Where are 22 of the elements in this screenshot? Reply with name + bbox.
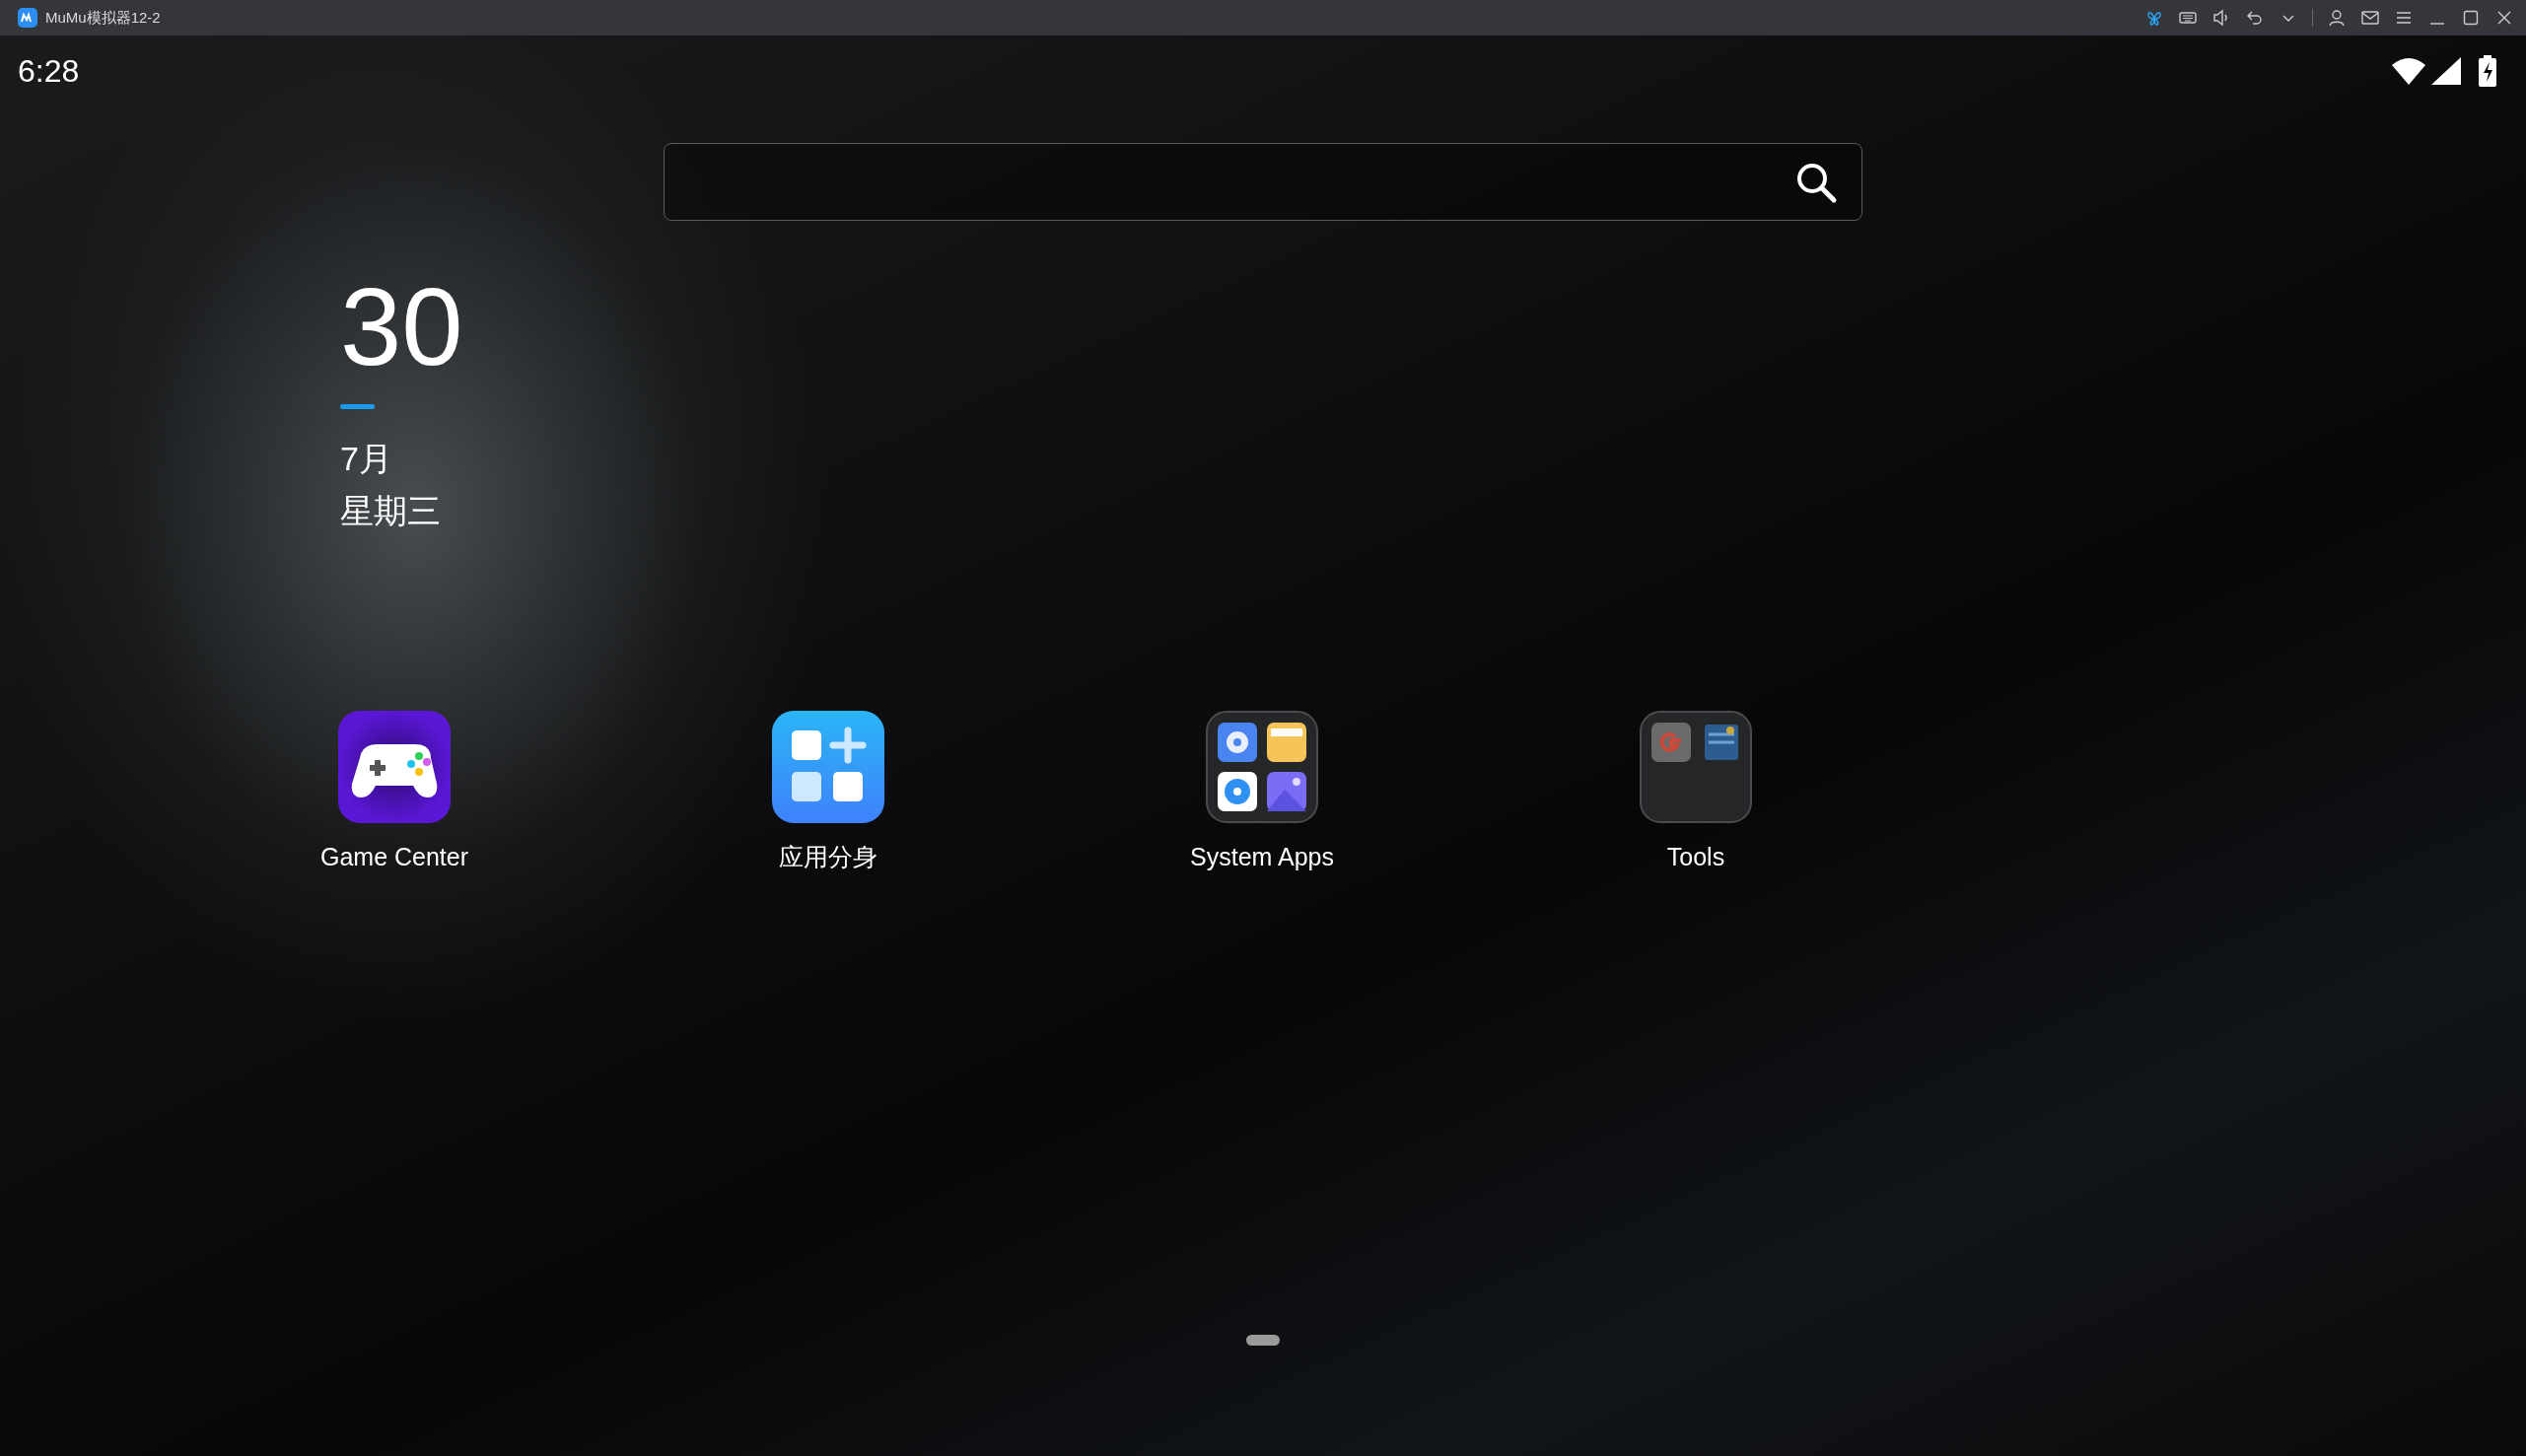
search-field[interactable] bbox=[664, 143, 1862, 221]
maximize-icon[interactable] bbox=[2461, 8, 2481, 28]
accent-line bbox=[340, 404, 375, 409]
app-label[interactable]: Tools bbox=[1666, 839, 1725, 876]
battery-charging-icon bbox=[2477, 55, 2498, 87]
app-clone-icon[interactable] bbox=[772, 711, 884, 824]
tools-folder-icon[interactable] bbox=[1640, 711, 1752, 824]
date-day: 30 bbox=[340, 272, 463, 382]
app-folder-icon[interactable] bbox=[1206, 711, 1318, 824]
app-label[interactable]: Game Center bbox=[319, 839, 469, 876]
app-logo-icon bbox=[18, 8, 37, 28]
signal-icon bbox=[2431, 57, 2461, 85]
app-label[interactable]: System Apps bbox=[1190, 839, 1334, 876]
user-icon[interactable] bbox=[2327, 8, 2347, 28]
status-time: 6:28 bbox=[18, 52, 80, 91]
app-label[interactable]: 应用分身 bbox=[779, 839, 877, 876]
date-month: 7月 bbox=[340, 439, 392, 479]
gamepad-icon[interactable] bbox=[338, 711, 451, 824]
date-weekday: 星期三 bbox=[340, 490, 441, 531]
wifi-icon bbox=[2392, 57, 2425, 85]
window-title: MuMu模拟器12-2 bbox=[45, 7, 161, 28]
mail-icon[interactable] bbox=[2360, 8, 2380, 28]
